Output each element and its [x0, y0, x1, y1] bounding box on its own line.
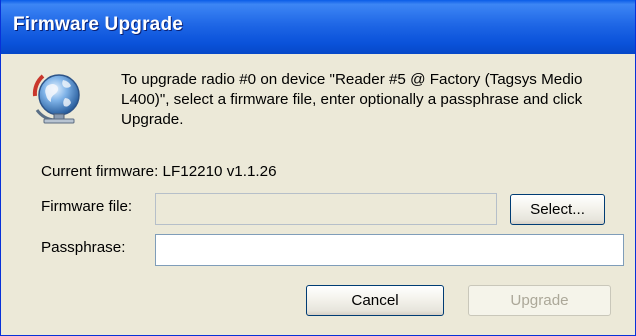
title-bar[interactable]: Firmware Upgrade — [1, 0, 635, 54]
firmware-upgrade-dialog: Firmware Upgrade To upgrade radio #0 on … — [0, 0, 636, 336]
instruction-text: To upgrade radio #0 on device "Reader #5… — [121, 71, 583, 128]
upgrade-button: Upgrade — [468, 285, 611, 316]
firmware-file-field — [155, 193, 497, 225]
cancel-button[interactable]: Cancel — [306, 285, 444, 316]
select-file-button[interactable]: Select... — [510, 194, 605, 225]
firmware-file-label: Firmware file: — [41, 198, 133, 215]
passphrase-input[interactable] — [155, 234, 624, 266]
window-title: Firmware Upgrade — [13, 14, 184, 35]
globe-network-icon — [29, 66, 87, 128]
current-firmware-text: Current firmware: LF12210 v1.1.26 — [41, 163, 277, 180]
passphrase-label: Passphrase: — [41, 239, 126, 256]
